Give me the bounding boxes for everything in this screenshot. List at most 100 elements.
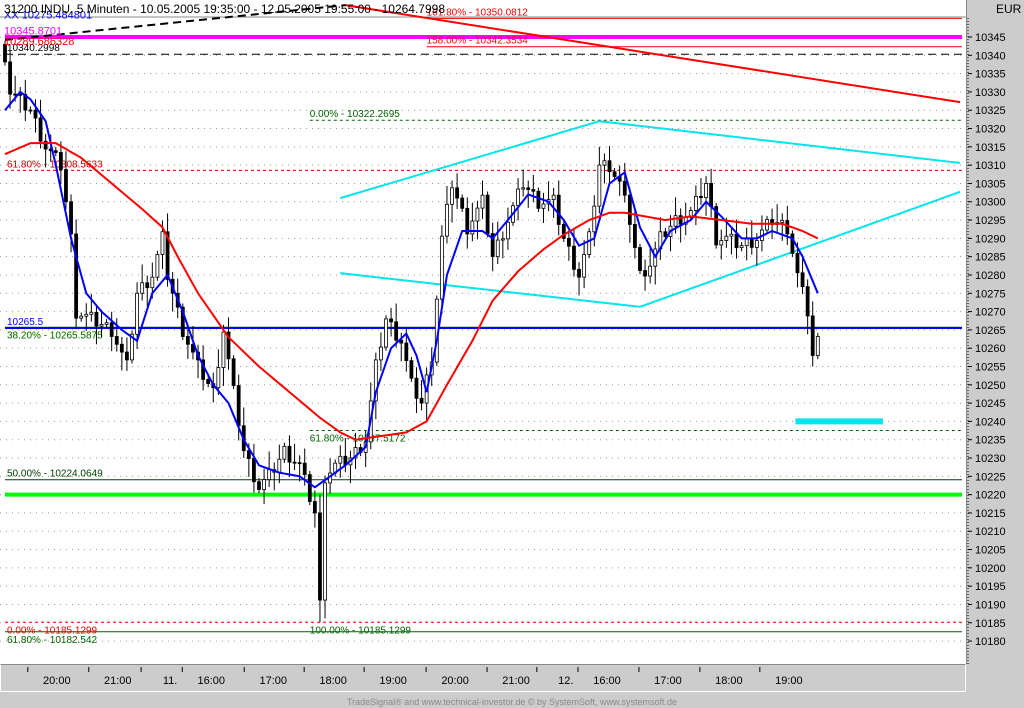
candle-body xyxy=(541,203,546,209)
ma-short-line xyxy=(4,90,819,489)
candle-body xyxy=(795,252,800,274)
candle-body xyxy=(638,247,642,271)
candle-body xyxy=(221,331,226,368)
candle-body xyxy=(445,203,449,237)
candle-body xyxy=(790,233,795,254)
candle-body xyxy=(267,469,272,481)
candle-body xyxy=(8,61,12,95)
y-tick-label: 10235 xyxy=(975,435,1006,447)
y-tick-label: 10315 xyxy=(975,142,1006,154)
candle-body xyxy=(282,445,287,460)
candle-body xyxy=(84,313,89,317)
price-chart: 10345 10340 10335 10330 10325 10320 10315 10310… xyxy=(0,4,1006,687)
triangle-upper-left-line xyxy=(339,120,600,200)
line-label: 10265.5 xyxy=(7,317,44,328)
candle-body xyxy=(79,315,84,319)
candle-body xyxy=(114,336,119,345)
candle-body xyxy=(572,245,576,270)
candle-body xyxy=(765,219,769,231)
candle-body xyxy=(145,282,150,289)
candle-body xyxy=(744,238,749,247)
candle-body xyxy=(587,231,592,255)
y-tick-label: 10260 xyxy=(975,343,1006,355)
candle-body xyxy=(643,270,647,277)
triangle-lower-left-line xyxy=(340,272,641,308)
candle-body xyxy=(252,458,256,483)
candle-body xyxy=(28,109,33,112)
y-tick-label: 10325 xyxy=(975,105,1006,117)
triangle-lower-right-line xyxy=(639,190,961,308)
triangle-upper-right-line xyxy=(599,120,961,164)
candle-body xyxy=(216,367,221,389)
candle-body xyxy=(33,109,38,119)
candle-body xyxy=(302,462,307,476)
candle-body xyxy=(257,481,261,490)
y-tick-label: 10280 xyxy=(975,270,1006,282)
footer-credit: TradeSignal® and www.technical-investor.… xyxy=(346,697,678,707)
y-tick-label: 10255 xyxy=(975,361,1006,373)
candle-body xyxy=(53,150,58,153)
y-tick-label: 10300 xyxy=(975,197,1006,209)
candle-body xyxy=(577,268,581,278)
y-tick-label: 10240 xyxy=(975,416,1006,428)
candle-body xyxy=(394,321,399,341)
candle-body xyxy=(704,183,708,198)
candle-body xyxy=(810,315,815,356)
y-tick-label: 10200 xyxy=(975,563,1006,575)
candle-body xyxy=(460,197,465,209)
y-tick-label: 10305 xyxy=(975,178,1006,190)
candle-body xyxy=(612,171,617,177)
candle-body xyxy=(780,220,785,223)
candle-body xyxy=(323,482,327,601)
candle-body xyxy=(185,336,190,345)
line-label: 158.00% - 10342.3534 xyxy=(427,36,529,47)
y-tick-label: 10250 xyxy=(975,380,1006,392)
candle-body xyxy=(109,322,114,337)
y-tick-label: 10335 xyxy=(975,69,1006,81)
candle-body xyxy=(140,282,145,294)
candle-body xyxy=(597,164,602,207)
candle-body xyxy=(414,377,419,399)
candle-body xyxy=(627,194,632,225)
y-tick-label: 10205 xyxy=(975,545,1006,557)
y-tick-label: 10195 xyxy=(975,581,1006,593)
candle-body xyxy=(206,379,211,384)
candle-body xyxy=(307,474,312,502)
y-tick-label: 10270 xyxy=(975,307,1006,319)
candle-body xyxy=(292,461,297,464)
candle-body xyxy=(582,254,587,278)
y-tick-label: 10215 xyxy=(975,508,1006,520)
candle-body xyxy=(516,188,520,207)
y-tick-label: 10245 xyxy=(975,398,1006,410)
candle-body xyxy=(521,187,526,190)
y-tick-label: 10220 xyxy=(975,490,1006,502)
candle-body xyxy=(693,195,698,211)
candle-body xyxy=(64,169,68,203)
candle-body xyxy=(734,233,739,249)
candle-body xyxy=(607,160,612,173)
candle-body xyxy=(506,221,510,240)
y-tick-label: 10340 xyxy=(975,50,1006,62)
candle-body xyxy=(150,276,155,289)
candle-body xyxy=(297,462,302,465)
line-label: 50.00% - 10224.0649 xyxy=(7,469,103,480)
line-label: 61.80% - 10182.542 xyxy=(7,635,98,646)
y-tick-label: 10330 xyxy=(975,87,1006,99)
candle-body xyxy=(551,194,556,200)
line-label: 38.20% - 10265.5875 xyxy=(7,331,103,342)
candle-body xyxy=(815,336,820,356)
candle-body xyxy=(389,318,393,323)
y-tick-label: 10230 xyxy=(975,453,1006,465)
candle-body xyxy=(633,224,637,248)
candle-body xyxy=(724,235,729,241)
candle-body xyxy=(287,445,292,463)
y-tick-label: 10185 xyxy=(975,618,1006,630)
y-tick-label: 10210 xyxy=(975,526,1006,538)
y-tick-label: 10190 xyxy=(975,599,1006,611)
candle-body xyxy=(648,265,653,277)
candle-body xyxy=(556,194,561,225)
candle-body xyxy=(236,385,241,427)
candle-body xyxy=(729,233,734,237)
candle-body xyxy=(439,235,444,300)
candle-body xyxy=(673,215,678,227)
